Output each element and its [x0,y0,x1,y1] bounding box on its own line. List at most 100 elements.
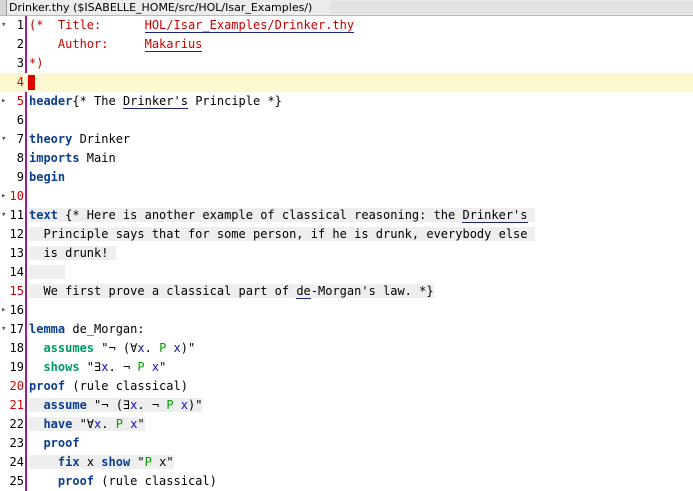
text-token: . [101,417,116,431]
line-number: 21 [9,398,24,412]
text-token: . ¬ [108,360,138,374]
editor-line[interactable]: 15 We first prove a classical part of de… [0,282,693,301]
text-token: " [130,455,145,469]
highlighted-span: is drunk! [29,246,116,260]
editor-line[interactable]: 3 *) [0,54,693,73]
text-token: Principle says that for some person, if … [29,227,535,241]
editor-line[interactable]: 25 proof (rule classical) [0,472,693,491]
editor-line[interactable]: ▾ 17 lemma de_Morgan: [0,320,693,339]
line-number: 15 [9,284,24,298]
text-token: Main [79,151,116,165]
text-token: . [144,341,160,355]
text-area[interactable]: ▾ 1 (* Title: HOL/Isar_Examples/Drinker.th… [0,16,693,491]
editor-line[interactable]: 12 Principle says that for some person, … [0,225,693,244]
keyword-token: assumes [43,341,95,355]
line-number: 13 [9,246,24,260]
text-token: (rule classical) [94,474,217,488]
line-number: 18 [9,341,24,355]
keyword-token: shows [43,360,80,374]
text-token: Drinker's [462,208,528,223]
window-menu-handle[interactable] [0,0,7,15]
text-token: Drinker [72,132,131,146]
keyword-token: text [29,208,58,222]
line-text: assumes "¬ (∀x. P x)" [29,339,195,358]
highlighted-span: text {* Here is another example of class… [29,208,535,223]
line-number: 6 [16,113,24,127]
editor-line[interactable]: 13 is drunk! [0,244,693,263]
text-token: )" [188,398,203,412]
highlighted-span: assume "¬ (∃x. ¬ P x)" [29,398,203,412]
editor-line[interactable]: ▾ 11 text {* Here is another example of cl… [0,206,693,225]
keyword-token: assume [43,398,87,412]
editor-line[interactable]: ▸ 10 [0,187,693,206]
line-number: 1 [16,18,24,32]
editor-line[interactable]: 2 Author: Makarius [0,35,693,54]
text-token: HOL/Isar_Examples/Drinker.thy [144,18,355,33]
editor-line[interactable]: ▾ 7 theory Drinker [0,130,693,149]
text-token: x [101,360,109,374]
text-token: )" [180,341,196,355]
keyword-token: header [29,94,73,108]
editor-line[interactable]: 23 proof [0,434,693,453]
editor-line[interactable]: 20 proof (rule classical) [0,377,693,396]
text-token: Makarius [144,37,203,52]
text-token: de [296,284,311,299]
text-token: x [180,398,189,412]
text-token: Author: [29,37,145,51]
editor-line[interactable]: 24 fix x show "P x" [0,453,693,472]
keyword-token: fix [57,455,80,469]
line-text: Author: Makarius [29,35,203,54]
line-number: 17 [9,322,24,336]
keyword-token: begin [29,170,66,184]
line-text: proof (rule classical) [29,472,217,491]
text-token: Drinker's [122,94,188,109]
keyword-token: theory [29,132,73,146]
line-text: assume "¬ (∃x. ¬ P x)" [29,396,203,415]
editor-line[interactable]: ▸ 5 header{* The Drinker's Principle *} [0,92,693,111]
keyword-token: proof [57,474,95,488]
line-number: 22 [9,417,24,431]
editor-line[interactable]: 9 begin [0,168,693,187]
text-token: "∃ [79,360,102,374]
editor-line[interactable]: ▾ 1 (* Title: HOL/Isar_Examples/Drinker.th… [0,16,693,35]
editor-line[interactable]: ▸ 16 [0,301,693,320]
text-token: P [115,417,123,431]
text-token: de_Morgan: [65,322,145,336]
title-bar-filler [330,1,693,14]
line-text: is drunk! [29,244,116,263]
text-token: . ¬ [137,398,167,412]
text-token: (* Title: [29,18,145,32]
text-token: x [137,341,145,355]
error-marker [28,75,35,90]
line-text: proof [29,434,80,453]
line-text: begin [29,168,65,187]
editor-line[interactable]: 14 [0,263,693,282]
editor-line[interactable]: 8 imports Main [0,149,693,168]
editor-line[interactable]: 19 shows "∃x. ¬ P x" [0,358,693,377]
line-text: theory Drinker [29,130,130,149]
editor-line[interactable]: 21 assume "¬ (∃x. ¬ P x)" [0,396,693,415]
editor-line[interactable]: 18 assumes "¬ (∀x. P x)" [0,339,693,358]
text-token: is drunk! [29,246,116,260]
line-text: imports Main [29,149,116,168]
text-token: Principle *} [187,94,282,108]
editor-line[interactable]: 4 [0,73,693,92]
text-token: x [79,455,102,469]
line-number: 8 [16,151,24,165]
keyword-token: have [43,417,73,431]
line-number: 20 [9,379,24,393]
keyword-token: proof [43,436,80,450]
highlighted-span: We first prove a classical part of de-Mo… [29,284,434,299]
editor-line[interactable]: 6 [0,111,693,130]
editor-line[interactable]: 22 have "∀x. P x" [0,415,693,434]
text-token: P [144,455,152,469]
